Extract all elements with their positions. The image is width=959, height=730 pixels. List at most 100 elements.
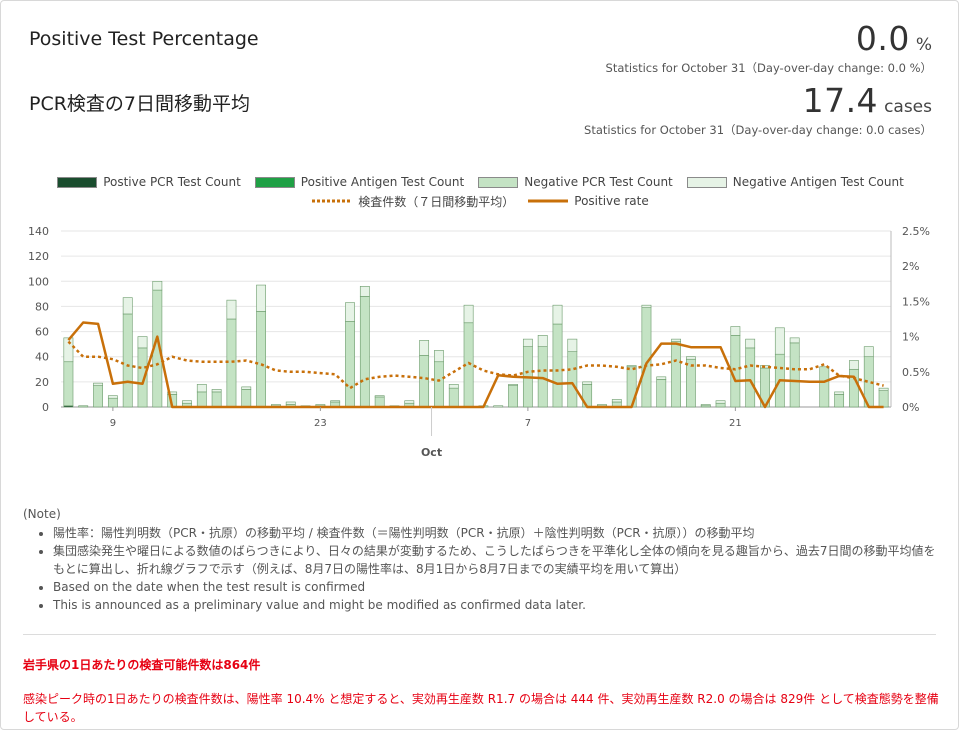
x-tick-label: 9 [110, 418, 116, 429]
bar-negative-antigen [463, 304, 474, 324]
bar-negative-antigen [849, 360, 859, 370]
bar-negative-pcr [93, 385, 103, 408]
bar-negative-antigen [567, 338, 578, 352]
note-item: Based on the date when the test result i… [53, 578, 939, 596]
test-count-stat: 17.4 cases Statistics for October 31（Day-… [584, 81, 932, 138]
legend-item-positive-pcr[interactable]: Postive PCR Test Count [57, 175, 241, 189]
legend-item-negative-pcr[interactable]: Negative PCR Test Count [478, 175, 673, 189]
legend-swatch-negative-antigen [686, 176, 727, 188]
bar-negative-antigen [686, 356, 696, 360]
x-tick-label: 21 [729, 418, 742, 429]
legend-item-average-tests[interactable]: 検査件数（７日間移動平均） [312, 193, 514, 210]
bar-negative-pcr [448, 387, 459, 408]
legend-label-positive-antigen: Positive Antigen Test Count [300, 175, 465, 189]
bar-negative-antigen [656, 376, 667, 380]
test-chart: 0 20 40 60 80 100 120 140 0% 0.5% 1% 1.5% 2% 2.5% 9 23 7… [28, 225, 930, 459]
chart-card: Positive Test Percentage PCR検査の7日間移動平均 0… [0, 0, 959, 730]
legend-swatch-positive-rate [528, 199, 569, 203]
test-count-unit: cases [884, 97, 932, 117]
bar-negative-pcr [849, 368, 859, 408]
bar-negative-pcr [567, 351, 578, 408]
bar-negative-antigen [730, 326, 741, 336]
y-left-tick-label: 120 [28, 250, 49, 263]
note-item: 陽性率：陽性判明数（PCR・抗原）の移動平均 / 検査件数（＝陽性判明数（PCR… [53, 524, 939, 542]
bar-negative-pcr [656, 379, 667, 408]
bar-negative-antigen [315, 404, 326, 407]
bar-negative-antigen [448, 384, 459, 389]
bar-negative-antigen [226, 299, 237, 320]
bar-negative-antigen [522, 338, 533, 347]
bar-negative-antigen [107, 395, 118, 399]
legend-label-positive-pcr: Postive PCR Test Count [103, 175, 241, 189]
bar-negative-pcr [745, 347, 756, 408]
bar-negative-antigen [626, 365, 637, 368]
bar-negative-pcr [345, 321, 355, 408]
bar-negative-pcr [78, 405, 89, 408]
bar-negative-antigen [63, 337, 74, 363]
bar-negative-antigen [641, 304, 652, 308]
x-tick-label: 23 [314, 418, 327, 429]
y-right-tick-label: 2% [902, 260, 919, 273]
y-left-tick-label: 100 [28, 275, 49, 288]
chart-title: Positive Test Percentage [29, 28, 259, 50]
bar-negative-antigen [345, 302, 355, 322]
bar-negative-pcr [715, 402, 726, 408]
bar-negative-antigen [211, 389, 222, 393]
bar-negative-antigen [715, 400, 726, 404]
bar-negative-antigen [122, 297, 133, 315]
bar-negative-pcr [211, 391, 222, 408]
legend-swatch-positive-pcr [57, 176, 98, 188]
legend-swatch-average-tests [312, 199, 353, 203]
bar-negative-antigen [241, 386, 252, 390]
legend-label-average-tests: 検査件数（７日間移動平均） [358, 194, 515, 209]
legend-label-negative-pcr: Negative PCR Test Count [524, 175, 673, 189]
notes-list: 陽性率：陽性判明数（PCR・抗原）の移動平均 / 検査件数（＝陽性判明数（PCR… [23, 524, 939, 614]
bar-negative-antigen [611, 399, 622, 403]
bar-negative-pcr [226, 318, 237, 408]
legend-item-negative-antigen[interactable]: Negative Antigen Test Count [686, 175, 904, 189]
x-tick-label: 7 [525, 418, 531, 429]
bar-negative-antigen [137, 336, 148, 349]
y-left-tick-label: 140 [28, 225, 49, 238]
bar-negative-antigen [774, 327, 785, 355]
bar-negative-antigen [271, 404, 281, 407]
note-item: This is announced as a preliminary value… [53, 596, 939, 614]
bar-negative-pcr [63, 361, 74, 407]
bar-negative-antigen [182, 400, 192, 404]
legend-label-positive-rate: Positive rate [574, 194, 649, 208]
bar-negative-antigen [597, 404, 607, 407]
y-left-tick-label: 60 [35, 326, 49, 339]
bar-negative-antigen [419, 340, 430, 356]
positive-rate-value: 0.0 [855, 19, 910, 58]
bar-negative-antigen [508, 384, 518, 386]
bar-negative-pcr [508, 385, 518, 408]
bar-negative-antigen [404, 400, 415, 404]
y-left-tick-label: 80 [35, 300, 49, 313]
bar-negative-antigen [745, 338, 756, 349]
bar-negative-antigen [834, 391, 845, 395]
bar-negative-antigen [493, 405, 504, 408]
bar-negative-antigen [152, 280, 163, 291]
legend-item-positive-rate[interactable]: Positive rate [528, 194, 649, 208]
bar-negative-antigen [700, 404, 711, 407]
bar-negative-pcr [256, 311, 266, 408]
chart-subtitle: PCR検査の7日間移動平均 [29, 93, 251, 115]
y-left-tick-label: 20 [35, 376, 49, 389]
legend-swatch-positive-antigen [254, 176, 295, 188]
legend-item-positive-antigen[interactable]: Positive Antigen Test Count [254, 175, 465, 189]
test-count-caption: Statistics for October 31（Day-over-day c… [584, 123, 932, 137]
bar-negative-antigen [330, 400, 341, 403]
y-right-tick-label: 1.5% [902, 295, 930, 308]
bar-negative-antigen [256, 284, 266, 312]
y-left-tick-label: 0 [42, 401, 49, 414]
bar-negative-pcr [878, 390, 889, 408]
bar-negative-pcr [196, 391, 207, 408]
divider [23, 634, 936, 635]
bar-negative-pcr [359, 296, 370, 408]
positive-rate-caption: Statistics for October 31（Day-over-day c… [605, 61, 932, 75]
positive-rate-unit: % [915, 35, 932, 55]
bar-negative-pcr [419, 355, 430, 408]
y-left-tick-label: 40 [35, 351, 49, 364]
bar-negative-antigen [878, 387, 889, 391]
bar-negative-pcr [107, 397, 118, 408]
